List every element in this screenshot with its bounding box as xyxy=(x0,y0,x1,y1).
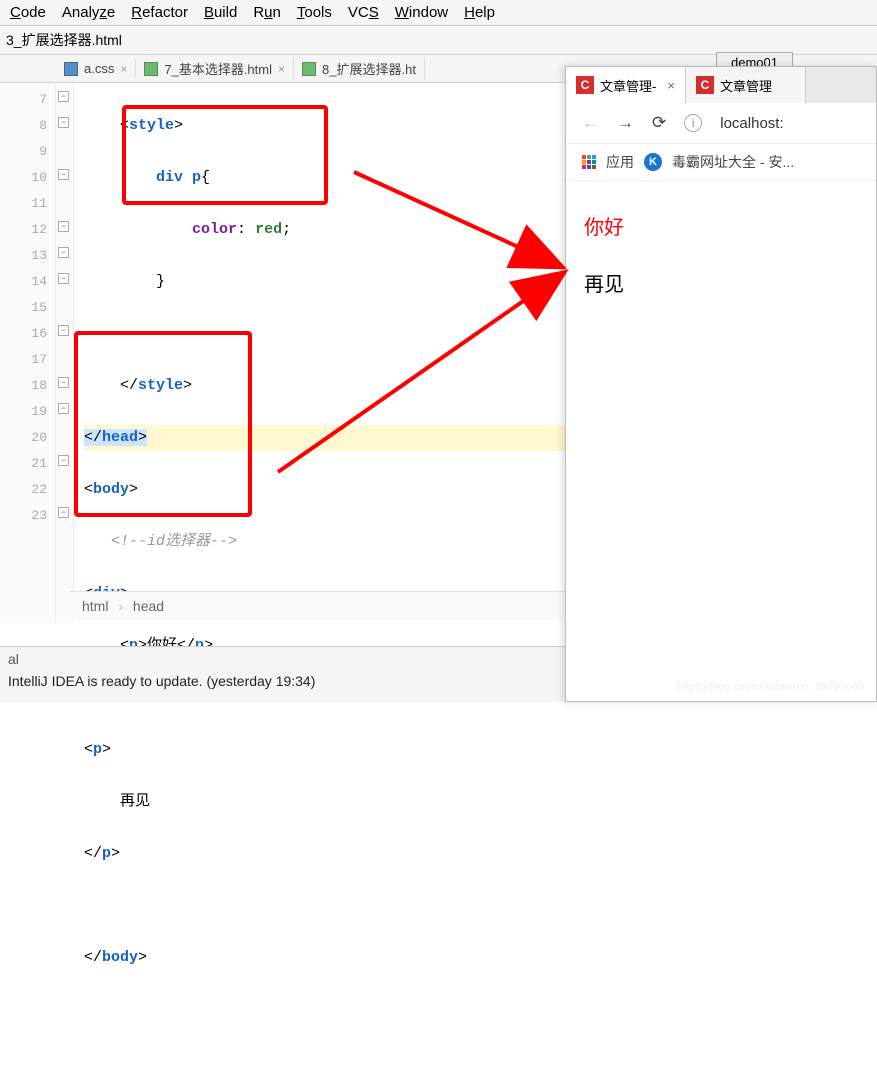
line-number: 18 xyxy=(0,373,47,399)
breadcrumb-head[interactable]: head xyxy=(133,598,164,614)
line-number: 11 xyxy=(0,191,47,217)
menu-run[interactable]: Run xyxy=(253,4,281,21)
fold-toggle-icon[interactable]: − xyxy=(58,117,69,128)
tab-label: 8_扩展选择器.ht xyxy=(322,59,416,78)
tab-acss[interactable]: a.css × xyxy=(56,59,136,78)
fold-toggle-icon[interactable]: − xyxy=(58,403,69,414)
menu-code[interactable]: Code xyxy=(10,4,46,21)
chevron-right-icon: › xyxy=(118,598,123,614)
menu-analyze[interactable]: Analyze xyxy=(62,4,115,21)
menu-tools[interactable]: Tools xyxy=(297,4,332,21)
site-icon: C xyxy=(576,76,594,94)
ide-menubar: Code Analyze Refactor Build Run Tools VC… xyxy=(0,0,877,26)
close-icon[interactable]: × xyxy=(120,62,127,76)
fold-toggle-icon[interactable]: − xyxy=(58,507,69,518)
line-number: 19 xyxy=(0,399,47,425)
line-number: 21 xyxy=(0,451,47,477)
bookmarks-bar: 应用 K 毒霸网址大全 - 安... xyxy=(566,144,876,181)
css-file-icon xyxy=(64,62,78,76)
tab-label: a.css xyxy=(84,61,114,76)
close-icon[interactable]: × xyxy=(667,78,675,93)
menu-build[interactable]: Build xyxy=(204,4,237,21)
html-file-icon xyxy=(144,62,158,76)
line-number: 8 xyxy=(0,113,47,139)
fold-toggle-icon[interactable]: − xyxy=(58,247,69,258)
browser-content: 你好 再见 xyxy=(566,181,876,327)
menu-window[interactable]: Window xyxy=(395,4,448,21)
rendered-black-text: 再见 xyxy=(584,268,858,297)
tab-title: 文章管理 xyxy=(720,76,772,95)
apps-icon[interactable] xyxy=(582,155,596,169)
line-number-gutter: 7 8 9 10 11 12 13 14 15 16 17 18 19 20 2… xyxy=(0,83,56,623)
reload-icon[interactable]: ⟳ xyxy=(652,113,666,133)
fold-gutter: − − − − − − − − − − − xyxy=(56,83,74,623)
bookmark-favicon: K xyxy=(644,153,662,171)
line-number: 12 xyxy=(0,217,47,243)
watermark: https://blog.csdn.net/weixin_39795049 xyxy=(677,681,864,693)
fold-toggle-icon[interactable]: − xyxy=(58,325,69,336)
forward-icon[interactable]: → xyxy=(617,113,634,133)
browser-tabs: C 文章管理- × C 文章管理 xyxy=(566,67,876,103)
browser-window: C 文章管理- × C 文章管理 ← → ⟳ i localhost: 应用 K… xyxy=(565,66,877,702)
breadcrumb-html[interactable]: html xyxy=(82,598,108,614)
browser-nav: ← → ⟳ i localhost: xyxy=(566,103,876,144)
line-number: 15 xyxy=(0,295,47,321)
line-number: 13 xyxy=(0,243,47,269)
line-number: 10 xyxy=(0,165,47,191)
tab-ext-selector[interactable]: 8_扩展选择器.ht xyxy=(294,57,425,80)
fold-toggle-icon[interactable]: − xyxy=(58,455,69,466)
apps-label[interactable]: 应用 xyxy=(606,152,634,172)
back-icon[interactable]: ← xyxy=(582,113,599,133)
browser-tab[interactable]: C 文章管理 xyxy=(686,67,806,103)
breadcrumb[interactable]: html › head xyxy=(70,591,570,620)
menu-help[interactable]: Help xyxy=(464,4,495,21)
tab-basic-selector[interactable]: 7_基本选择器.html × xyxy=(136,57,294,80)
line-number: 23 xyxy=(0,503,47,529)
line-number: 14 xyxy=(0,269,47,295)
fold-toggle-icon[interactable]: − xyxy=(58,221,69,232)
line-number: 7 xyxy=(0,87,47,113)
line-number: 17 xyxy=(0,347,47,373)
fold-toggle-icon[interactable]: − xyxy=(58,91,69,102)
rendered-red-text: 你好 xyxy=(584,211,858,240)
menu-refactor[interactable]: Refactor xyxy=(131,4,188,21)
line-number: 9 xyxy=(0,139,47,165)
bookmark-link[interactable]: 毒霸网址大全 - 安... xyxy=(672,152,794,172)
file-path-bar: 3_扩展选择器.html xyxy=(0,26,877,55)
info-icon[interactable]: i xyxy=(684,114,702,132)
fold-toggle-icon[interactable]: − xyxy=(58,273,69,284)
line-number: 20 xyxy=(0,425,47,451)
menu-vcs[interactable]: VCS xyxy=(348,4,379,21)
browser-tab[interactable]: C 文章管理- × xyxy=(566,67,686,103)
line-number: 16 xyxy=(0,321,47,347)
fold-toggle-icon[interactable]: − xyxy=(58,169,69,180)
close-icon[interactable]: × xyxy=(278,62,285,76)
tab-label: 7_基本选择器.html xyxy=(164,59,272,78)
line-number: 22 xyxy=(0,477,47,503)
html-file-icon xyxy=(302,62,316,76)
site-icon: C xyxy=(696,76,714,94)
tab-title: 文章管理- xyxy=(600,76,656,95)
url-text[interactable]: localhost: xyxy=(720,115,783,132)
fold-toggle-icon[interactable]: − xyxy=(58,377,69,388)
